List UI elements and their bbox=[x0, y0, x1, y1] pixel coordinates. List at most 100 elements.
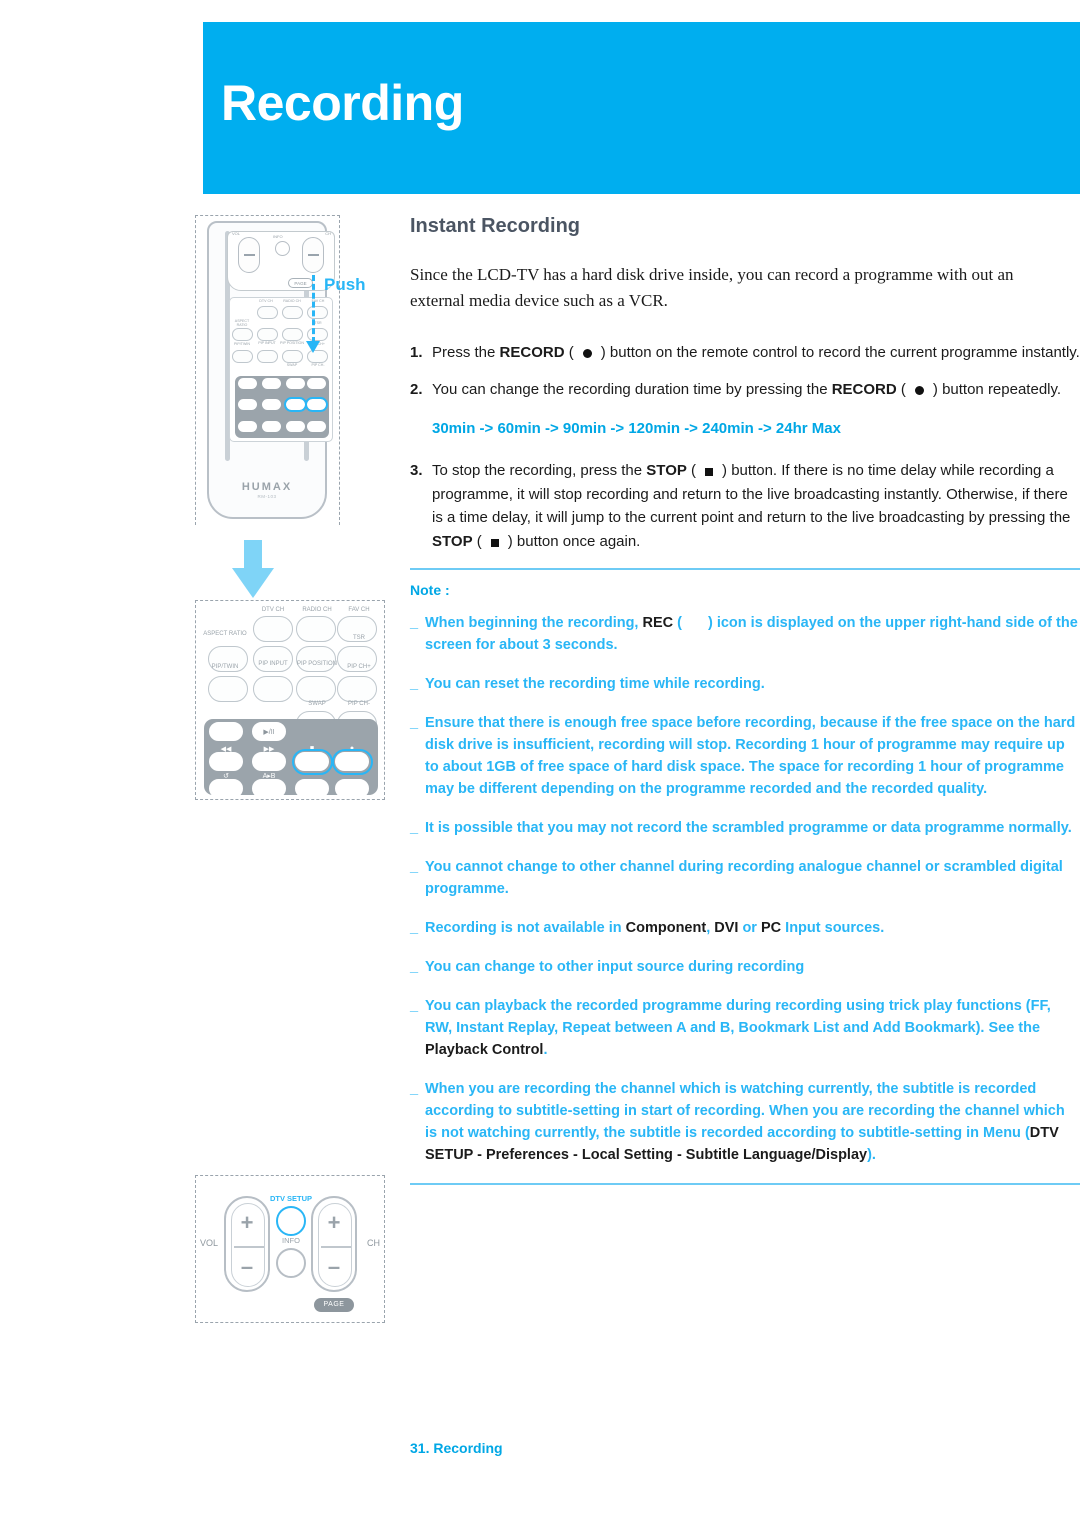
kz-btn-pip-input bbox=[253, 676, 293, 702]
note-item: _ It is possible that you may not record … bbox=[410, 817, 1080, 839]
kz-label-pip-twin: PIP/TWIN bbox=[211, 664, 239, 670]
step-number: 2. bbox=[410, 381, 423, 399]
kz-label-aspect: ASPECT RATIO bbox=[203, 631, 247, 637]
kz-btn-pip-position bbox=[296, 676, 336, 702]
vc-vol-minus: – bbox=[240, 1254, 254, 1279]
kz-btn-rew bbox=[209, 752, 243, 771]
volume-channel-detail-figure: VOL CH + – + – DTV SETUP INFO PAGE bbox=[195, 1175, 385, 1323]
vc-vol-plus: + bbox=[240, 1210, 254, 1235]
note-marker: _ bbox=[410, 959, 419, 976]
note-label: Note : bbox=[410, 581, 450, 598]
kp-btn-ab bbox=[262, 421, 281, 432]
remote-model-number: RM-103 bbox=[257, 494, 277, 499]
note-marker: _ bbox=[410, 998, 419, 1015]
step-text: Press the RECORD () button on the remote… bbox=[432, 343, 1080, 361]
kz-btn-dtv-ch bbox=[253, 616, 293, 642]
manual-page: Recording VOL CH INFO PAGE DTV CH RADIO … bbox=[0, 0, 1080, 1528]
remote-body: VOL CH INFO PAGE DTV CH RADIO CH FAV CH … bbox=[207, 221, 335, 519]
intro-paragraph: Since the LCD-TV has a hard disk drive i… bbox=[410, 265, 1014, 311]
kp-label-pip-input: PIP INPUT bbox=[258, 341, 276, 345]
record-dot-icon bbox=[914, 386, 924, 396]
kp-btn-play-pause bbox=[262, 378, 281, 389]
note-marker: _ bbox=[410, 859, 419, 876]
note-text: You cannot change to other channel durin… bbox=[425, 859, 1063, 898]
vc-label-dtv-setup: DTV SETUP bbox=[269, 1194, 313, 1203]
push-dashed-line bbox=[312, 275, 315, 343]
note-text: It is possible that you may not record t… bbox=[425, 820, 1072, 837]
content-column: Instant Recording Since the LCD-TV has a… bbox=[410, 215, 1080, 1186]
note-text: You can playback the recorded programme … bbox=[425, 998, 1051, 1059]
step-text: You can change the recording duration ti… bbox=[432, 381, 1062, 399]
keypad-detail-figure: DTV CH RADIO CH FAV CH ASPECT RATIO TSR … bbox=[195, 600, 385, 800]
kz-label-pip-input: PIP INPUT bbox=[258, 661, 288, 667]
note-marker: _ bbox=[410, 714, 419, 731]
kp-btn-pip-input bbox=[257, 350, 278, 363]
kp-btn-pip-twin bbox=[232, 350, 253, 363]
note-item: _ When you are recording the channel whic… bbox=[410, 1078, 1080, 1166]
record-dot-icon bbox=[582, 348, 592, 358]
kp-label-pip-position: PIP POSITION bbox=[280, 341, 304, 345]
step-item: 1. Press the RECORD () button on the remo… bbox=[410, 341, 1080, 365]
page-title: Recording bbox=[221, 75, 464, 131]
kp-btn-pip-ch-minus bbox=[307, 378, 326, 389]
kz-highlight-stop bbox=[292, 749, 333, 775]
note-item: _ You can playback the recorded programme… bbox=[410, 995, 1080, 1061]
kz-btn-pip-ch-plus bbox=[337, 676, 377, 702]
vc-ch-minus: – bbox=[327, 1254, 341, 1279]
note-text: Recording is not available in Component,… bbox=[425, 920, 885, 937]
step-item: 3. To stop the recording, press the STOP … bbox=[410, 459, 1080, 554]
kp-label-aspect: ASPECT RATIO bbox=[234, 319, 250, 327]
kz-label-pip-ch-minus: PIP CH- bbox=[348, 701, 370, 707]
kz-btn-subtitle bbox=[296, 646, 336, 672]
note-text: When beginning the recording, REC () ico… bbox=[425, 614, 1078, 653]
note-marker: _ bbox=[410, 920, 419, 937]
kz-btn-repeat bbox=[209, 779, 243, 798]
kp-btn-rew bbox=[238, 399, 257, 410]
remote-vol-rocker bbox=[238, 237, 260, 273]
kz-label-pip-ch-plus: PIP CH+ bbox=[347, 664, 371, 670]
note-text: You can change to other input source dur… bbox=[425, 959, 805, 976]
push-label: Push bbox=[324, 275, 366, 294]
note-text: You can reset the recording time while r… bbox=[425, 675, 765, 692]
vc-btn-dtv-setup bbox=[276, 1206, 306, 1236]
kz-label-radio-ch: RADIO CH bbox=[302, 607, 332, 613]
remote-info-button bbox=[275, 241, 290, 256]
steps-list-after: 3. To stop the recording, press the STOP … bbox=[410, 459, 1080, 554]
note-divider-bottom bbox=[410, 1183, 1080, 1186]
kp-highlight-record bbox=[305, 397, 328, 412]
note-text: Ensure that there is enough free space b… bbox=[425, 714, 1076, 797]
kz-btn-play-pause: ▶/II bbox=[252, 722, 286, 741]
kz-btn-pip-twin bbox=[208, 676, 248, 702]
step-number: 3. bbox=[410, 462, 423, 480]
kz-label-pip-position: PIP POSITION bbox=[297, 661, 337, 667]
vc-label-info: INFO bbox=[282, 1236, 300, 1245]
note-item: _ You can change to other input source du… bbox=[410, 956, 1080, 978]
page-footer: 31. Recording bbox=[410, 1440, 503, 1456]
vc-ch-plus: + bbox=[327, 1210, 341, 1235]
kp-btn-bookmark-list bbox=[286, 421, 305, 432]
stop-square-icon bbox=[705, 467, 714, 476]
kp-label-radio-ch: RADIO CH bbox=[283, 299, 301, 303]
note-divider-top bbox=[410, 567, 1080, 570]
note-text: When you are recording the channel which… bbox=[425, 1081, 1065, 1164]
kp-label-pip-twin: PIP/TWIN bbox=[234, 342, 250, 346]
note-item: _ You cannot change to other channel duri… bbox=[410, 856, 1080, 900]
kp-btn-mute bbox=[257, 328, 278, 341]
vc-label-ch: CH bbox=[367, 1238, 380, 1248]
page-header-banner: Recording bbox=[203, 22, 1080, 194]
kz-btn-mute bbox=[253, 646, 293, 672]
kz-btn-add-bookmark bbox=[335, 779, 369, 798]
notes-list: _ When beginning the recording, REC () ic… bbox=[410, 612, 1080, 1167]
note-item: _ Ensure that there is enough free space … bbox=[410, 712, 1080, 800]
kz-btn-list bbox=[209, 722, 243, 741]
kp-btn-radio-ch bbox=[282, 306, 303, 319]
kp-label-swap: SWAP bbox=[286, 363, 298, 367]
push-arrow-icon bbox=[306, 341, 320, 353]
note-item: _ When beginning the recording, REC () ic… bbox=[410, 612, 1080, 656]
duration-sequence: 30min -> 60min -> 90min -> 120min -> 240… bbox=[432, 420, 841, 438]
note-item: _ You can reset the recording time while … bbox=[410, 673, 1080, 695]
step-text: To stop the recording, press the STOP ()… bbox=[432, 462, 1071, 551]
kp-btn-repeat bbox=[238, 421, 257, 432]
steps-list: 1. Press the RECORD () button on the remo… bbox=[410, 341, 1080, 402]
remote-ch-label: CH bbox=[325, 231, 331, 236]
